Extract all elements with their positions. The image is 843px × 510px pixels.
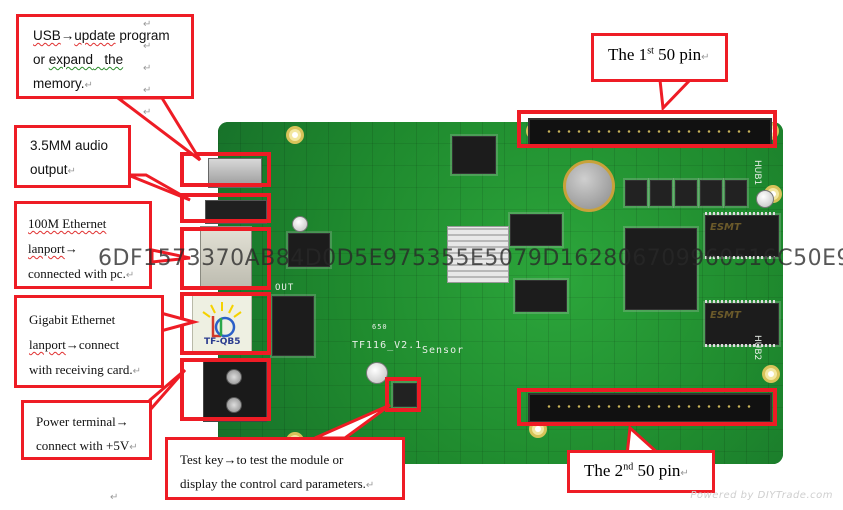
return-mark-icon: ↵ [680,468,689,479]
gigabit-line2: →connect [65,337,120,352]
pin1-title: The 1st 50 pin↵ [608,45,709,65]
paragraph-marks-column: ↵ ↵ ↵ ↵ ↵ [143,14,151,124]
power-callout-text: Power terminal→ connect with +5V↵ [36,410,138,460]
ethernet100-callout: 100M Ethernet lanport→ connected with pc… [14,201,152,289]
testkey-line1: Test key→to test the module or [180,452,344,467]
ethernet100-line1: 100M Ethernet [28,216,107,231]
return-mark-icon: ↵ [143,41,152,52]
arrow-icon: → [64,241,78,256]
bottom-return-mark: ↵ [110,492,119,503]
gigabit-callout-text: Gigabit Ethernet lanport→connect with re… [29,307,141,384]
return-mark-icon: ↵ [132,366,141,377]
return-mark-icon: ↵ [365,480,375,491]
return-mark-icon: ↵ [143,107,152,118]
arrow-icon: → [60,28,75,43]
testkey-callout-text: Test key→to test the module or display t… [180,448,374,498]
testkey-line2: display the control card parameters. [180,476,366,491]
gigabit-line3: with receiving card. [29,362,133,377]
return-mark-icon: ↵ [129,442,138,453]
audio-callout: 3.5MM audio output↵ [14,125,131,188]
pin2-title: The 2nd 50 pin↵ [584,461,689,481]
return-mark-icon: ↵ [67,166,76,177]
pin2-suffix: 50 pin [633,461,681,480]
pin1-callout: The 1st 50 pin↵ [591,33,728,82]
usb-callout: USB→update program or expand the memory.… [16,14,194,99]
lanport-word: lanport [29,337,66,352]
power-line1: Power terminal→ [36,414,129,429]
return-mark-icon: ↵ [143,85,152,96]
return-mark-icon: ↵ [701,52,710,63]
pin2-ordinal: nd [623,461,634,473]
update-word: update [74,28,116,43]
pin1-prefix: The 1 [608,45,648,64]
audio-line1: 3.5MM audio [30,138,109,153]
audio-line2: output [30,162,68,177]
audio-callout-text: 3.5MM audio output↵ [30,134,108,184]
testkey-callout: Test key→to test the module or display t… [165,437,405,500]
pin2-prefix: The 2 [584,461,624,480]
memory-word: memory. [33,76,85,91]
pin2-callout: The 2nd 50 pin↵ [567,450,715,493]
gigabit-callout: Gigabit Ethernet lanport→connect with re… [14,295,164,388]
return-mark-icon: ↵ [143,63,152,74]
return-mark-icon: ↵ [143,19,152,30]
pin1-suffix: 50 pin [653,45,702,64]
powered-by-watermark: Powered by DIYTrade.com [690,490,833,501]
power-line2: connect with +5V [36,438,130,453]
the-word: the [104,52,124,67]
or-word: or [33,52,49,67]
lanport-word: lanport [28,241,65,256]
return-mark-icon: ↵ [125,270,135,281]
gigabit-line1: Gigabit Ethernet [29,312,116,327]
usb-word: USB [33,28,61,43]
pin1-ordinal: st [647,45,654,57]
hash-watermark: 6DF1573370AB84D0D5E975355E5079D162806709… [98,246,843,271]
return-mark-icon: ↵ [84,80,93,91]
power-callout: Power terminal→ connect with +5V↵ [21,400,152,460]
expand-word: expand [48,52,94,67]
